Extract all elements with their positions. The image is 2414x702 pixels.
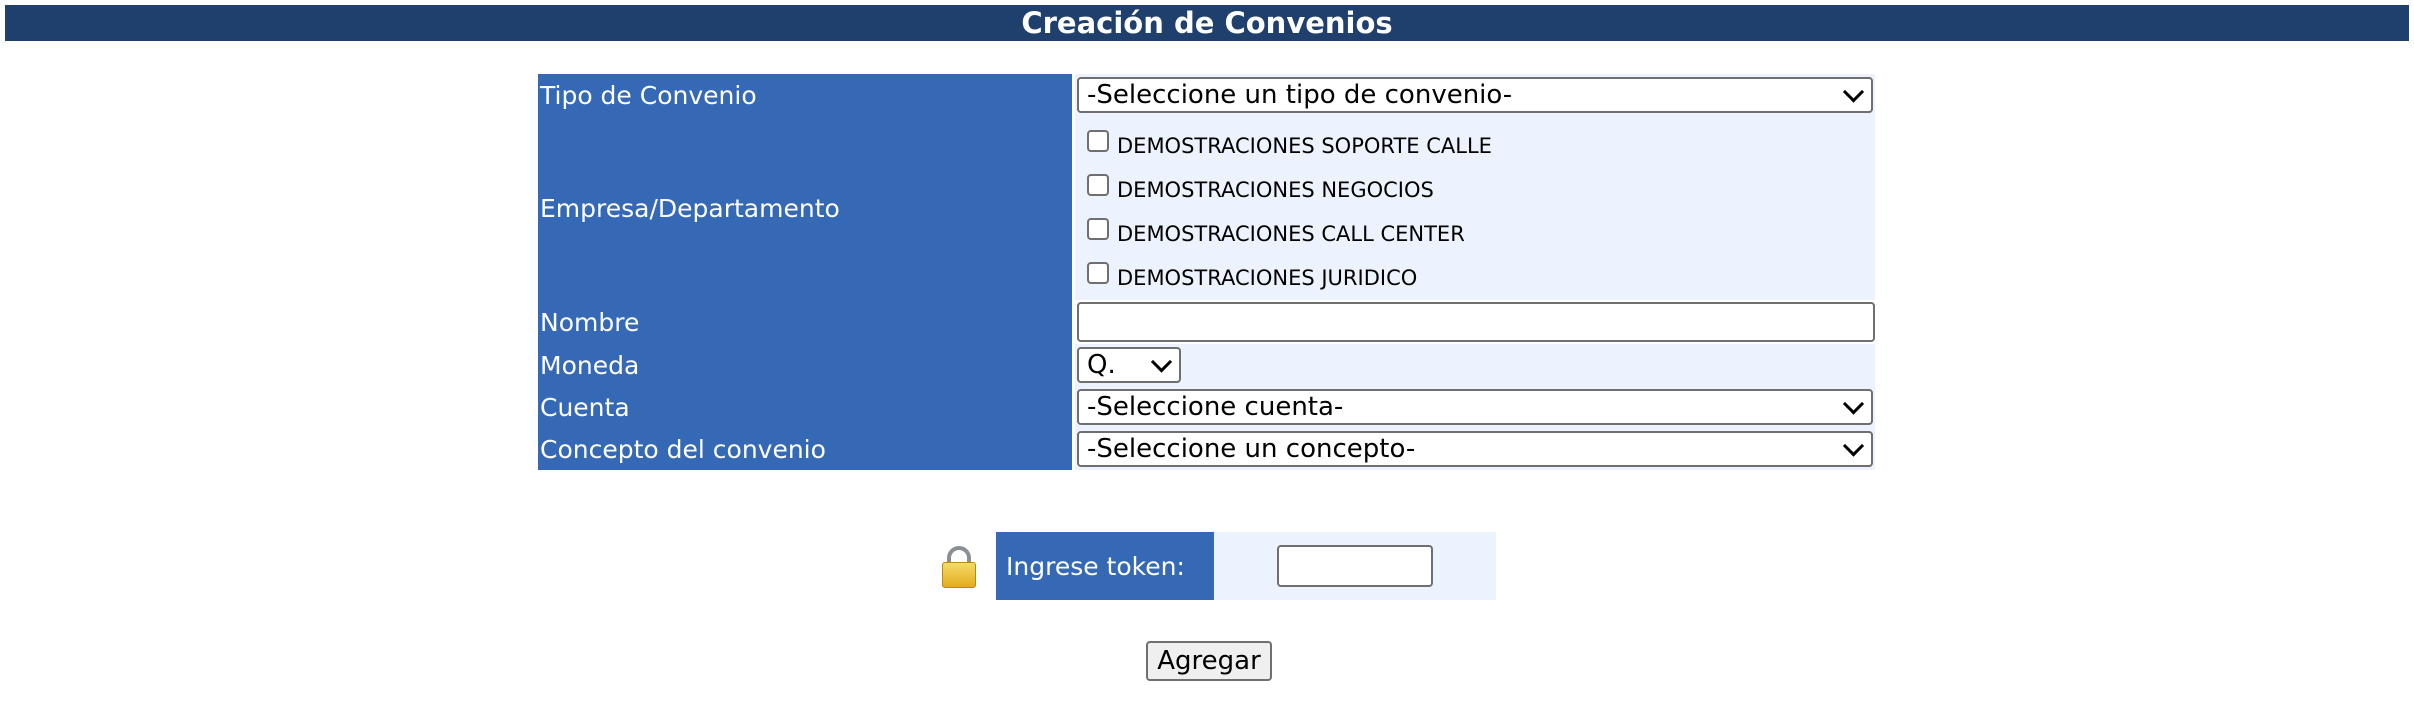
cuenta-selected: -Seleccione cuenta- (1087, 392, 1344, 422)
chevron-down-icon (1842, 435, 1865, 457)
label-nombre: Nombre (538, 300, 1072, 344)
checkbox-item: DEMOSTRACIONES SOPORTE CALLE (1087, 120, 1492, 164)
nombre-input[interactable] (1077, 302, 1875, 342)
lock-icon (940, 544, 976, 588)
label-empresa: Empresa/Departamento (538, 116, 1072, 300)
empresa-checklist: DEMOSTRACIONES SOPORTE CALLE DEMOSTRACIO… (1075, 116, 1492, 300)
row-concepto: Concepto del convenio -Seleccione un con… (538, 428, 1878, 470)
label-moneda: Moneda (538, 344, 1072, 386)
checkbox-label: DEMOSTRACIONES CALL CENTER (1117, 222, 1465, 246)
concepto-selected: -Seleccione un concepto- (1087, 434, 1416, 464)
lock-body (942, 562, 976, 588)
page-title: Creación de Convenios (5, 5, 2409, 41)
value-cell-nombre (1075, 300, 1875, 344)
label-concepto: Concepto del convenio (538, 428, 1072, 470)
chevron-down-icon (1150, 351, 1173, 373)
tipo-convenio-select[interactable]: -Seleccione un tipo de convenio- (1077, 77, 1873, 113)
value-cell-empresa: DEMOSTRACIONES SOPORTE CALLE DEMOSTRACIO… (1075, 116, 1875, 300)
value-cell-tipo-convenio: -Seleccione un tipo de convenio- (1075, 74, 1875, 116)
moneda-select[interactable]: Q. (1077, 347, 1181, 383)
checkbox-call-center[interactable] (1087, 218, 1109, 240)
checkbox-label: DEMOSTRACIONES SOPORTE CALLE (1117, 134, 1492, 158)
checkbox-label: DEMOSTRACIONES JURIDICO (1117, 266, 1418, 290)
checkbox-item: DEMOSTRACIONES NEGOCIOS (1087, 164, 1492, 208)
convenio-form: Tipo de Convenio -Seleccione un tipo de … (538, 74, 1878, 470)
row-empresa: Empresa/Departamento DEMOSTRACIONES SOPO… (538, 116, 1878, 300)
chevron-down-icon (1842, 393, 1865, 415)
chevron-down-icon (1842, 81, 1865, 103)
label-cuenta: Cuenta (538, 386, 1072, 428)
row-tipo-convenio: Tipo de Convenio -Seleccione un tipo de … (538, 74, 1878, 116)
checkbox-negocios[interactable] (1087, 174, 1109, 196)
checkbox-item: DEMOSTRACIONES CALL CENTER (1087, 208, 1492, 252)
add-button[interactable]: Agregar (1146, 641, 1272, 681)
checkbox-label: DEMOSTRACIONES NEGOCIOS (1117, 178, 1434, 202)
value-cell-moneda: Q. (1075, 344, 1875, 386)
concepto-select[interactable]: -Seleccione un concepto- (1077, 431, 1873, 467)
token-input[interactable] (1277, 545, 1433, 587)
value-cell-cuenta: -Seleccione cuenta- (1075, 386, 1875, 428)
moneda-selected: Q. (1087, 350, 1116, 380)
token-input-cell (1214, 532, 1496, 600)
checkbox-item: DEMOSTRACIONES JURIDICO (1087, 252, 1492, 296)
value-cell-concepto: -Seleccione un concepto- (1075, 428, 1875, 470)
token-label: Ingrese token: (996, 532, 1214, 600)
cuenta-select[interactable]: -Seleccione cuenta- (1077, 389, 1873, 425)
checkbox-soporte-calle[interactable] (1087, 130, 1109, 152)
row-cuenta: Cuenta -Seleccione cuenta- (538, 386, 1878, 428)
row-moneda: Moneda Q. (538, 344, 1878, 386)
page: Creación de Convenios Tipo de Convenio -… (0, 0, 2414, 702)
checkbox-juridico[interactable] (1087, 262, 1109, 284)
token-section: Ingrese token: (940, 532, 1496, 600)
row-nombre: Nombre (538, 300, 1878, 344)
label-tipo-convenio: Tipo de Convenio (538, 74, 1072, 116)
tipo-convenio-selected: -Seleccione un tipo de convenio- (1087, 80, 1513, 110)
